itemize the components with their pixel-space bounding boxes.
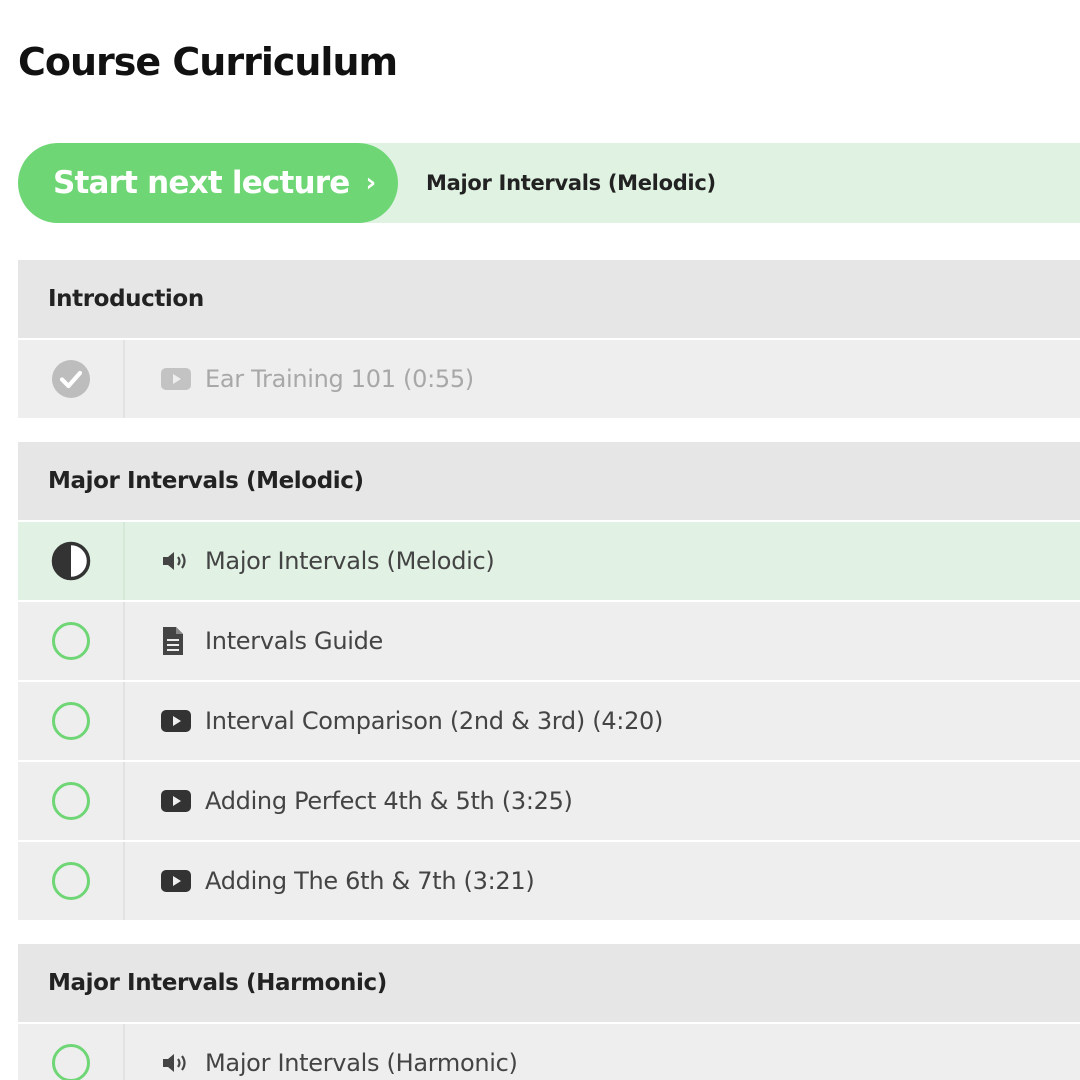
lecture-row[interactable]: Intervals Guide <box>18 600 1080 680</box>
lecture-row[interactable]: Adding The 6th & 7th (3:21) <box>18 840 1080 920</box>
document-icon <box>161 627 193 655</box>
lecture-row[interactable]: Major Intervals (Melodic) <box>18 520 1080 600</box>
section-major-intervals-melodic: Major Intervals (Melodic) Major Interval… <box>18 442 1080 920</box>
lecture-label: Interval Comparison (2nd & 3rd) (4:20) <box>205 707 664 735</box>
circle-open-icon <box>51 782 90 820</box>
lecture-label: Adding The 6th & 7th (3:21) <box>205 867 535 895</box>
status-cell <box>18 522 125 600</box>
page-title: Course Curriculum <box>18 40 398 84</box>
video-icon <box>161 790 193 812</box>
lecture-row[interactable]: Ear Training 101 (0:55) <box>18 338 1080 418</box>
lecture-label: Intervals Guide <box>205 627 384 655</box>
status-cell <box>18 340 125 418</box>
status-cell <box>18 762 125 840</box>
start-next-lecture-label: Start next lecture <box>53 165 350 201</box>
lecture-row[interactable]: Major Intervals (Harmonic) <box>18 1022 1080 1080</box>
section-major-intervals-harmonic: Major Intervals (Harmonic) Major Interva… <box>18 944 1080 1080</box>
audio-icon <box>161 549 193 573</box>
status-cell <box>18 602 125 680</box>
lecture-label: Major Intervals (Melodic) <box>205 547 495 575</box>
section-introduction: Introduction Ear Training 101 (0:55) <box>18 260 1080 418</box>
circle-open-icon <box>51 862 90 900</box>
start-next-lecture-button[interactable]: Start next lecture › <box>18 143 398 223</box>
audio-icon <box>161 1051 193 1075</box>
next-lecture-bar[interactable]: Start next lecture › Major Intervals (Me… <box>18 143 1080 223</box>
completed-check-icon <box>51 360 90 398</box>
status-cell <box>18 682 125 760</box>
section-header[interactable]: Major Intervals (Melodic) <box>18 442 1080 520</box>
video-icon <box>161 710 193 732</box>
circle-open-icon <box>51 702 90 740</box>
status-cell <box>18 842 125 920</box>
section-header[interactable]: Introduction <box>18 260 1080 338</box>
status-cell <box>18 1024 125 1080</box>
circle-open-icon <box>51 1044 90 1080</box>
lecture-label: Ear Training 101 (0:55) <box>205 365 474 393</box>
lecture-row[interactable]: Interval Comparison (2nd & 3rd) (4:20) <box>18 680 1080 760</box>
next-lecture-title[interactable]: Major Intervals (Melodic) <box>426 143 716 223</box>
section-header[interactable]: Major Intervals (Harmonic) <box>18 944 1080 1022</box>
video-icon <box>161 870 193 892</box>
lecture-label: Major Intervals (Harmonic) <box>205 1049 518 1077</box>
video-icon <box>161 368 193 390</box>
lecture-row[interactable]: Adding Perfect 4th & 5th (3:25) <box>18 760 1080 840</box>
chevron-right-icon: › <box>365 168 377 198</box>
circle-open-icon <box>51 622 90 660</box>
half-circle-in-progress-icon <box>51 541 90 581</box>
lecture-label: Adding Perfect 4th & 5th (3:25) <box>205 787 573 815</box>
